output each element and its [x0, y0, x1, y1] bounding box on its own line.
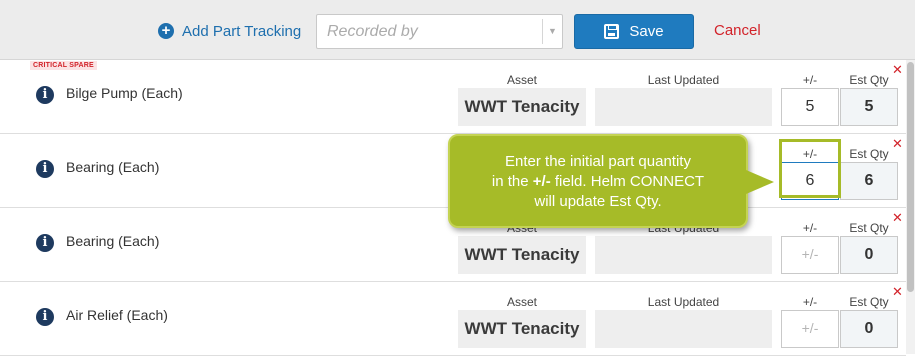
floppy-disk-icon: [604, 24, 620, 39]
part-name: Bearing (Each): [66, 233, 160, 249]
plus-minus-input[interactable]: [781, 88, 839, 126]
est-qty-column-label: Est Qty: [849, 221, 889, 235]
asset-column-label: Asset: [506, 295, 537, 309]
est-qty-value: 6: [840, 162, 898, 200]
asset-value: WWT Tenacity: [458, 236, 586, 274]
part-row: CRITICAL SPARE i Bilge Pump (Each) Asset…: [0, 60, 906, 134]
est-qty-column-label: Est Qty: [849, 295, 889, 309]
part-row: i Air Relief (Each) Asset Last Updated +…: [0, 282, 906, 356]
cancel-button[interactable]: Cancel: [714, 22, 761, 39]
est-qty-column-label: Est Qty: [849, 73, 889, 87]
last-updated-value: [595, 310, 772, 348]
chevron-down-icon[interactable]: ▼: [542, 19, 562, 44]
toolbar: + Add Part Tracking ▼ Save Cancel: [0, 0, 915, 60]
callout-line-2-bold: +/-: [532, 173, 551, 190]
asset-value: WWT Tenacity: [458, 310, 586, 348]
callout-line-2-post: field. Helm CONNECT: [550, 173, 705, 190]
last-updated-column-label: Last Updated: [647, 73, 720, 87]
scrollbar[interactable]: [906, 60, 915, 354]
callout-line-1: Enter the initial part quantity: [505, 153, 691, 170]
callout-line-3: will update Est Qty.: [534, 193, 662, 210]
save-button-label: Save: [629, 23, 664, 40]
plus-minus-highlight: [779, 139, 841, 198]
asset-value: WWT Tenacity: [458, 88, 586, 126]
recorded-by-select[interactable]: ▼: [316, 14, 563, 49]
plus-minus-input[interactable]: [781, 310, 839, 348]
asset-column-label: Asset: [506, 73, 537, 87]
tutorial-callout: Enter the initial part quantity in the +…: [448, 134, 774, 228]
close-icon[interactable]: ✕: [892, 210, 903, 226]
plus-circle-icon: +: [158, 23, 174, 39]
est-qty-value: 0: [840, 310, 898, 348]
plus-minus-column-label: +/-: [802, 73, 818, 87]
callout-text: Enter the initial part quantity in the +…: [460, 152, 736, 212]
est-qty-value: 5: [840, 88, 898, 126]
part-name: Bearing (Each): [66, 159, 160, 175]
add-part-tracking-label: Add Part Tracking: [182, 22, 302, 40]
close-icon[interactable]: ✕: [892, 62, 903, 78]
close-icon[interactable]: ✕: [892, 136, 903, 152]
info-icon[interactable]: i: [36, 308, 54, 326]
plus-minus-input[interactable]: [781, 236, 839, 274]
callout-line-2-pre: in the: [491, 173, 533, 190]
add-part-tracking-link[interactable]: + Add Part Tracking: [158, 21, 301, 41]
plus-minus-column-label: +/-: [802, 221, 818, 235]
save-button[interactable]: Save: [574, 14, 694, 49]
info-icon[interactable]: i: [36, 160, 54, 178]
part-name: Air Relief (Each): [66, 307, 168, 323]
scrollbar-thumb[interactable]: [907, 62, 914, 292]
info-icon[interactable]: i: [36, 234, 54, 252]
recorded-by-input[interactable]: [317, 15, 537, 48]
last-updated-column-label: Last Updated: [647, 295, 720, 309]
plus-minus-column-label: +/-: [802, 295, 818, 309]
last-updated-value: [595, 236, 772, 274]
est-qty-column-label: Est Qty: [849, 147, 889, 161]
est-qty-value: 0: [840, 236, 898, 274]
critical-spare-badge: CRITICAL SPARE: [30, 61, 97, 70]
info-icon[interactable]: i: [36, 86, 54, 104]
part-name: Bilge Pump (Each): [66, 85, 183, 101]
close-icon[interactable]: ✕: [892, 284, 903, 300]
last-updated-value: [595, 88, 772, 126]
